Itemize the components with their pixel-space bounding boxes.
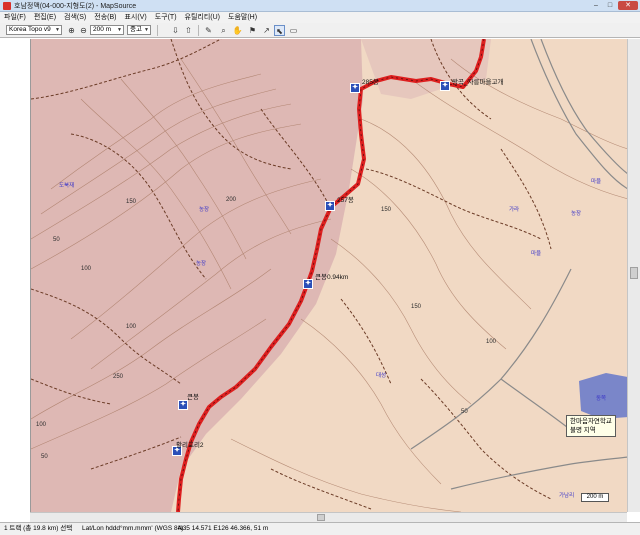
chevron-down-icon: ▼	[55, 27, 60, 33]
waypoint-label: 257봉	[337, 197, 354, 204]
waypoint-label: 큰봉	[187, 394, 199, 401]
map-scale-indicator: 200 m	[581, 493, 609, 502]
menu-file[interactable]: 파일(F)	[4, 12, 26, 23]
menu-edit[interactable]: 편집(E)	[34, 12, 56, 23]
chevron-down-icon: ▼	[144, 27, 149, 33]
poi-label: 가라	[509, 207, 520, 213]
zoom-scale-value: 200 m	[93, 26, 112, 33]
menu-utilities[interactable]: 유틸리티(U)	[185, 12, 220, 23]
chevron-down-icon: ▼	[117, 27, 122, 33]
waypoint-hiker-icon[interactable]: ✦	[325, 201, 335, 211]
contour-label: 150	[381, 207, 392, 213]
toolbar-separator	[157, 25, 158, 36]
menu-bar: 파일(F) 편집(E) 검색(S) 전송(B) 표시(V) 도구(T) 유틸리티…	[0, 12, 640, 23]
map-view[interactable]: 50 100 150 200 250 100 50 100 150 50 100…	[30, 39, 627, 512]
popup-area-type: 불명 지역	[570, 427, 596, 434]
toolbar-separator	[198, 25, 199, 36]
waypoint-label: 큰봉0.94km	[315, 274, 349, 281]
horizontal-scrollbar[interactable]	[30, 512, 627, 522]
map-tool-icon[interactable]: ✎	[203, 25, 214, 36]
menu-view[interactable]: 표시(V)	[124, 12, 146, 23]
waypoint-label: 활리포리2	[176, 442, 204, 449]
measure-tool-icon[interactable]: ▭	[288, 25, 299, 36]
zoom-scale-select[interactable]: 200 m ▼	[90, 25, 124, 35]
contour-label: 100	[126, 324, 137, 330]
waypoint-hiker-icon[interactable]: ✦	[178, 400, 188, 410]
waypoint-tool-icon[interactable]: ⚑	[247, 25, 258, 36]
poi-label: 도북재	[59, 183, 75, 189]
selection-tool-icon[interactable]: ⬉	[274, 25, 285, 36]
hand-tool-icon[interactable]: ✋	[232, 25, 243, 36]
popup-place-name: 한마음자연학교	[570, 418, 612, 425]
horizontal-scroll-thumb[interactable]	[317, 514, 325, 521]
poi-label: 가남리	[559, 493, 575, 499]
contour-label: 50	[53, 237, 60, 243]
poi-label: 농장	[571, 211, 582, 217]
contour-label: 50	[41, 454, 48, 460]
title-bar: 호남정맥(04-000-지형도(2) - MapSource – □ ✕	[0, 0, 640, 12]
maximize-button[interactable]: □	[604, 1, 616, 10]
poi-label: 농장	[196, 261, 207, 267]
vertical-scrollbar[interactable]	[627, 39, 640, 512]
toolbar: Korea Topo v9 ▼ ⊕ ⊖ 200 m ▼ 중고 ▼ ⇩ ⇧ ✎ ⌕…	[0, 23, 640, 38]
poi-label: 동쪽	[596, 396, 607, 402]
poi-label: 농장	[199, 207, 210, 213]
waypoint-label: 왕곡_자릉마을고개	[452, 79, 504, 86]
left-panel	[0, 39, 30, 512]
status-track-info: 1 트랙 (총 19.8 km) 선택	[4, 525, 73, 532]
send-to-device-icon[interactable]: ⇧	[183, 25, 194, 36]
contour-label: 50	[461, 409, 468, 415]
status-bar: 1 트랙 (총 19.8 km) 선택 Lat/Lon hddd°mm.mmm'…	[0, 522, 640, 535]
menu-tools[interactable]: 도구(T)	[155, 12, 177, 23]
waypoint-hiker-icon[interactable]: ✦	[350, 83, 360, 93]
window-title: 호남정맥(04-000-지형도(2) - MapSource	[14, 3, 137, 10]
contour-label: 100	[486, 339, 497, 345]
menu-help[interactable]: 도움말(H)	[228, 12, 257, 23]
menu-search[interactable]: 검색(S)	[64, 12, 86, 23]
status-position-format: Lat/Lon hddd°mm.mmm' (WGS 84)	[82, 525, 184, 532]
contour-label: 150	[411, 304, 422, 310]
poi-label: 마을	[591, 179, 602, 185]
waypoint-label: 285봉	[362, 79, 379, 86]
poi-label: 마을	[531, 251, 542, 257]
contour-label: 150	[126, 199, 137, 205]
zoom-out-icon[interactable]: ⊖	[78, 25, 89, 36]
contour-label: 250	[113, 374, 124, 380]
menu-transfer[interactable]: 전송(B)	[94, 12, 116, 23]
map-info-popup: 한마음자연학교 불명 지역	[566, 415, 616, 437]
detail-level-select[interactable]: 중고 ▼	[127, 25, 151, 35]
waypoint-hiker-icon[interactable]: ✦	[440, 81, 450, 91]
map-product-value: Korea Topo v9	[9, 26, 51, 33]
contour-label: 100	[36, 422, 47, 428]
zoom-tool-icon[interactable]: ⌕	[218, 25, 229, 36]
close-button[interactable]: ✕	[618, 1, 638, 10]
vertical-scroll-thumb[interactable]	[630, 267, 638, 279]
contour-label: 100	[81, 266, 92, 272]
contour-label: 200	[226, 197, 237, 203]
status-coordinates: N35 14.571 E126 46.366, 51 m	[178, 525, 269, 532]
map-product-select[interactable]: Korea Topo v9 ▼	[6, 25, 62, 35]
route-tool-icon[interactable]: ↗	[261, 25, 272, 36]
mapsource-app-icon	[3, 2, 11, 10]
zoom-in-icon[interactable]: ⊕	[66, 25, 77, 36]
waypoint-hiker-icon[interactable]: ✦	[303, 279, 313, 289]
receive-from-device-icon[interactable]: ⇩	[170, 25, 181, 36]
poi-label: 대성	[376, 373, 387, 379]
detail-level-value: 중고	[130, 26, 142, 33]
minimize-button[interactable]: –	[590, 1, 602, 10]
